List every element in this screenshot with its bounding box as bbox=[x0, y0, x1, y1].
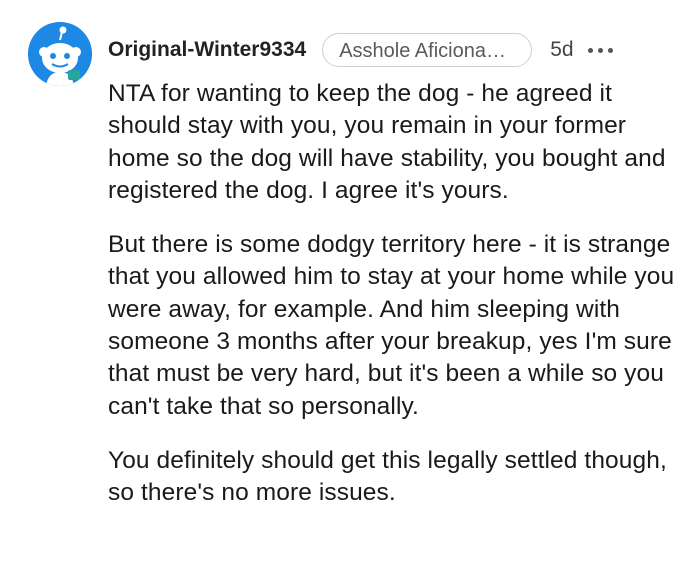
avatar[interactable] bbox=[28, 22, 92, 86]
comment-paragraph: NTA for wanting to keep the dog - he agr… bbox=[108, 80, 666, 204]
more-options-icon[interactable] bbox=[587, 47, 613, 53]
comment-age: 5d bbox=[550, 38, 574, 61]
comment-paragraph: But there is some dodgy territory here -… bbox=[108, 231, 675, 420]
user-flair: Asshole Aficionad… bbox=[322, 33, 533, 67]
username-link[interactable]: Original-Winter9334 bbox=[108, 38, 306, 62]
dot bbox=[597, 47, 603, 53]
comment-header: Original-Winter9334 Asshole Aficionad… 5… bbox=[108, 30, 680, 70]
comment-card: Original-Winter9334 Asshole Aficionad… 5… bbox=[0, 0, 700, 585]
dot bbox=[587, 47, 593, 53]
comment-body: NTA for wanting to keep the dog - he agr… bbox=[108, 78, 683, 532]
comment-paragraph: You definitely should get this legally s… bbox=[108, 446, 667, 507]
dot bbox=[607, 47, 613, 53]
reddit-snoo-icon bbox=[28, 22, 92, 86]
